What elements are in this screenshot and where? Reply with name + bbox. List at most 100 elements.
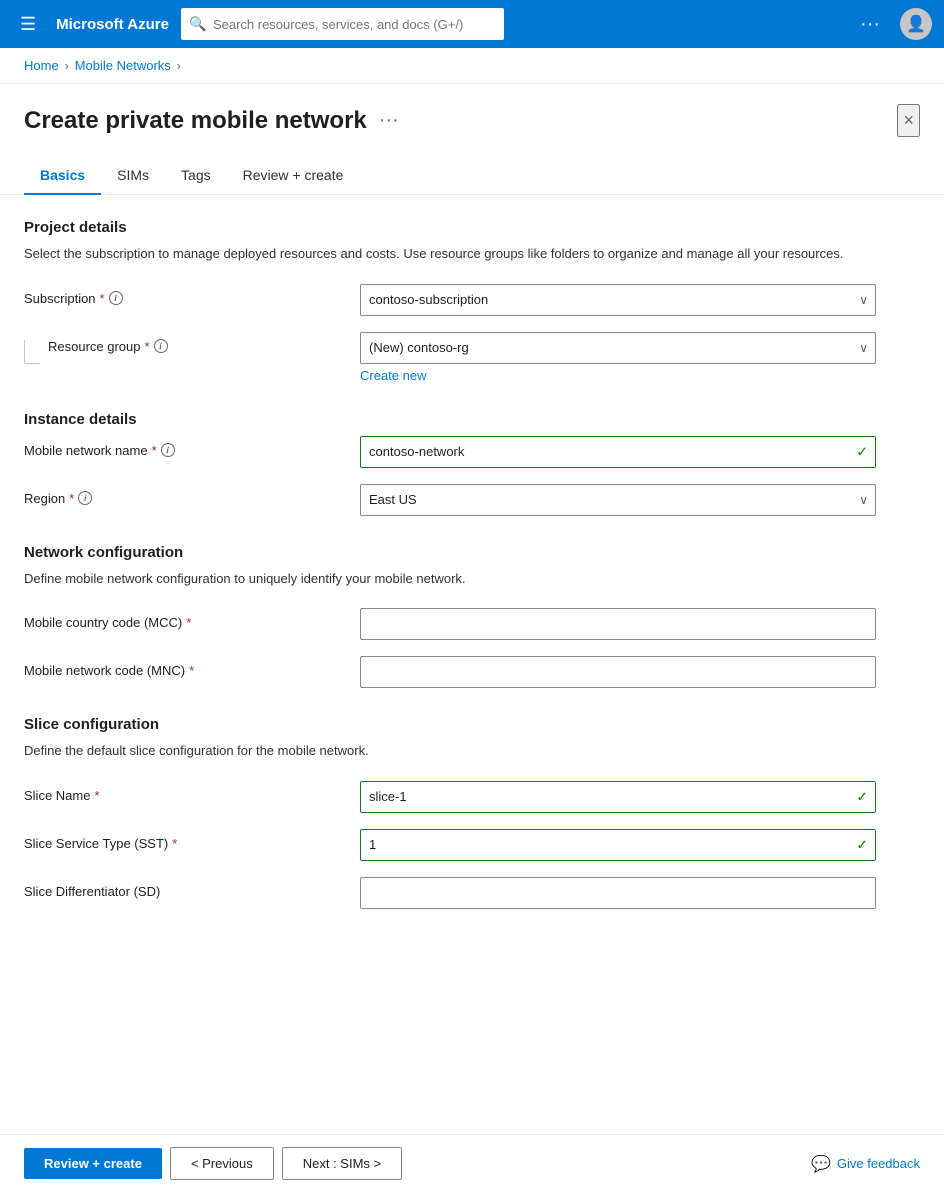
instance-details-title: Instance details	[24, 411, 876, 428]
region-required: *	[69, 491, 74, 506]
slice-name-input-wrap: ✓	[360, 781, 876, 813]
more-options-button[interactable]: ···	[852, 9, 888, 40]
sst-valid-icon: ✓	[856, 836, 868, 853]
instance-details-section: Instance details Mobile network name * i…	[24, 411, 876, 516]
network-name-input-wrap: ✓	[360, 436, 876, 468]
region-select[interactable]: East US West US West Europe East Asia	[360, 484, 876, 516]
slice-config-title: Slice configuration	[24, 716, 876, 733]
previous-button[interactable]: < Previous	[170, 1147, 274, 1180]
resource-group-label-wrap: Resource group * i	[24, 332, 344, 364]
slice-name-input[interactable]	[360, 781, 876, 813]
mnc-label: Mobile network code (MNC) *	[24, 656, 344, 678]
sst-label: Slice Service Type (SST) *	[24, 829, 344, 851]
region-row: Region * i East US West US West Europe E…	[24, 484, 876, 516]
sd-label: Slice Differentiator (SD)	[24, 877, 344, 899]
tabs: Basics SIMs Tags Review + create	[0, 137, 944, 195]
mnc-row: Mobile network code (MNC) *	[24, 656, 876, 688]
network-name-row: Mobile network name * i ✓	[24, 436, 876, 468]
resource-group-select[interactable]: (New) contoso-rg	[360, 332, 876, 364]
resource-group-line	[24, 340, 40, 364]
mnc-input[interactable]	[360, 656, 876, 688]
next-button[interactable]: Next : SIMs >	[282, 1147, 402, 1180]
subscription-row: Subscription * i contoso-subscription ∨	[24, 284, 876, 316]
network-name-label: Mobile network name * i	[24, 436, 344, 458]
slice-config-desc: Define the default slice configuration f…	[24, 741, 876, 761]
resource-group-control-wrap: (New) contoso-rg ∨ Create new	[360, 332, 876, 383]
tab-review-create[interactable]: Review + create	[227, 157, 360, 195]
resource-group-row: Resource group * i (New) contoso-rg ∨ Cr…	[24, 332, 876, 383]
page-title-more-button[interactable]: ···	[379, 109, 399, 132]
mcc-required: *	[186, 615, 191, 630]
network-config-desc: Define mobile network configuration to u…	[24, 569, 876, 589]
resource-group-info-icon[interactable]: i	[154, 339, 168, 353]
slice-name-required: *	[94, 788, 99, 803]
search-icon: 🔍	[189, 16, 206, 33]
resource-group-required: *	[145, 339, 150, 354]
search-wrap: 🔍	[181, 8, 505, 40]
subscription-select-wrap: contoso-subscription ∨	[360, 284, 876, 316]
sst-control: ✓	[360, 829, 876, 861]
subscription-info-icon[interactable]: i	[109, 291, 123, 305]
feedback-icon: 💬	[811, 1154, 831, 1174]
breadcrumb-sep-2: ›	[177, 59, 181, 73]
slice-name-label: Slice Name *	[24, 781, 344, 803]
page-title: Create private mobile network	[24, 107, 367, 135]
review-create-button[interactable]: Review + create	[24, 1148, 162, 1179]
project-details-title: Project details	[24, 219, 876, 236]
network-name-control: ✓	[360, 436, 876, 468]
breadcrumb-mobile-networks[interactable]: Mobile Networks	[75, 58, 171, 73]
sd-row: Slice Differentiator (SD)	[24, 877, 876, 909]
tab-sims[interactable]: SIMs	[101, 157, 165, 195]
network-name-info-icon[interactable]: i	[161, 443, 175, 457]
sst-required: *	[172, 836, 177, 851]
form-content: Project details Select the subscription …	[0, 195, 900, 1017]
breadcrumb-sep-1: ›	[65, 59, 69, 73]
create-new-link[interactable]: Create new	[360, 368, 426, 383]
tab-basics[interactable]: Basics	[24, 157, 101, 195]
search-input[interactable]	[181, 8, 505, 40]
network-name-required: *	[152, 443, 157, 458]
mcc-control	[360, 608, 876, 640]
resource-group-label: Resource group * i	[48, 332, 168, 354]
resource-group-select-wrap: (New) contoso-rg ∨	[360, 332, 876, 364]
network-config-section: Network configuration Define mobile netw…	[24, 544, 876, 689]
subscription-required: *	[100, 291, 105, 306]
give-feedback-button[interactable]: 💬 Give feedback	[811, 1154, 920, 1174]
breadcrumb: Home › Mobile Networks ›	[0, 48, 944, 84]
region-label: Region * i	[24, 484, 344, 506]
network-config-title: Network configuration	[24, 544, 876, 561]
mcc-label: Mobile country code (MCC) *	[24, 608, 344, 630]
region-info-icon[interactable]: i	[78, 491, 92, 505]
slice-name-row: Slice Name * ✓	[24, 781, 876, 813]
sst-row: Slice Service Type (SST) * ✓	[24, 829, 876, 861]
topnav: ☰ Microsoft Azure 🔍 ··· 👤	[0, 0, 944, 48]
region-select-wrap: East US West US West Europe East Asia ∨	[360, 484, 876, 516]
sd-control	[360, 877, 876, 909]
breadcrumb-home[interactable]: Home	[24, 58, 59, 73]
slice-config-section: Slice configuration Define the default s…	[24, 716, 876, 909]
project-details-section: Project details Select the subscription …	[24, 219, 876, 383]
tab-tags[interactable]: Tags	[165, 157, 227, 195]
page-header: Create private mobile network ··· ×	[0, 84, 944, 137]
network-name-input[interactable]	[360, 436, 876, 468]
main-container: Home › Mobile Networks › Create private …	[0, 48, 944, 1152]
slice-name-valid-icon: ✓	[856, 788, 868, 805]
mnc-control	[360, 656, 876, 688]
footer: Review + create < Previous Next : SIMs >…	[0, 1134, 944, 1192]
close-button[interactable]: ×	[897, 104, 920, 137]
network-name-valid-icon: ✓	[856, 443, 868, 460]
hamburger-menu-button[interactable]: ☰	[12, 10, 44, 39]
slice-name-control: ✓	[360, 781, 876, 813]
mcc-row: Mobile country code (MCC) *	[24, 608, 876, 640]
page-title-wrap: Create private mobile network ···	[24, 107, 399, 135]
sd-input[interactable]	[360, 877, 876, 909]
avatar[interactable]: 👤	[900, 8, 932, 40]
sst-input[interactable]	[360, 829, 876, 861]
mcc-input[interactable]	[360, 608, 876, 640]
brand-logo: Microsoft Azure	[56, 16, 169, 33]
project-details-desc: Select the subscription to manage deploy…	[24, 244, 876, 264]
subscription-label: Subscription * i	[24, 284, 344, 306]
sst-input-wrap: ✓	[360, 829, 876, 861]
subscription-select[interactable]: contoso-subscription	[360, 284, 876, 316]
mnc-required: *	[189, 663, 194, 678]
